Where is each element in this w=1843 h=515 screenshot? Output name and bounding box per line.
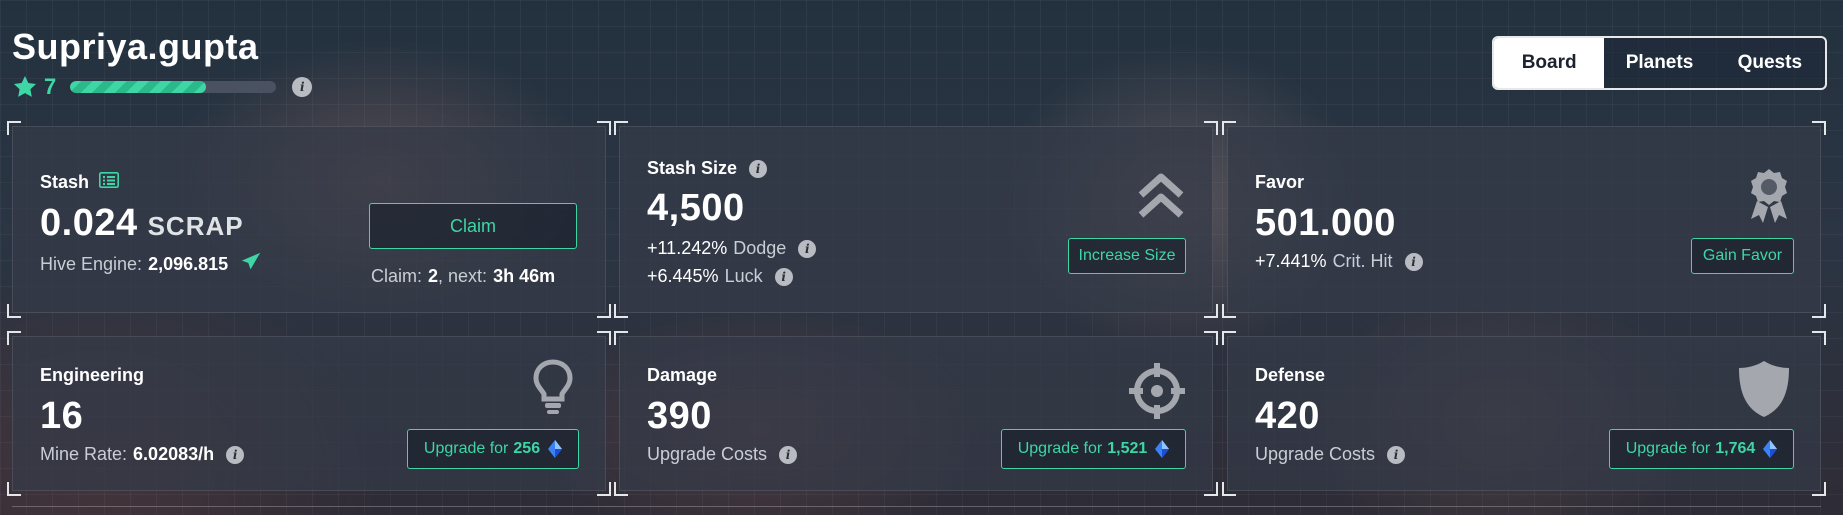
upgrade-defense-button[interactable]: Upgrade for 1,764 [1609,429,1794,469]
tab-quests[interactable]: Quests [1715,38,1825,88]
double-chevron-up-icon [1137,171,1185,224]
shield-icon [1736,359,1792,424]
upgrade-engineering-button[interactable]: Upgrade for 256 [407,429,579,469]
increase-size-button[interactable]: Increase Size [1068,238,1186,274]
stash-size-value: 4,500 [647,187,745,229]
upgrade-damage-button[interactable]: Upgrade for 1,521 [1001,429,1186,469]
xp-progress-fill [70,81,207,93]
list-icon[interactable] [99,172,120,193]
favor-title: Favor [1255,172,1305,192]
stash-value: 0.024 SCRAP [40,202,244,244]
paper-plane-icon[interactable] [240,251,262,278]
gem-icon [548,440,563,458]
info-icon[interactable]: i [779,445,798,464]
star-icon [12,74,38,100]
gain-favor-button[interactable]: Gain Favor [1691,238,1794,274]
level-row: 7 i [12,74,313,100]
mine-rate: Mine Rate: 6.02083/h i [40,444,245,465]
stash-unit: SCRAP [147,211,244,241]
gem-icon [1155,440,1170,458]
info-icon[interactable]: i [226,445,245,464]
engineering-title: Engineering [40,365,145,385]
damage-value: 390 [647,395,712,437]
next-row-card-edge [12,506,1821,515]
info-icon[interactable]: i [292,77,313,97]
favor-value: 501.000 [1255,202,1396,244]
view-tabs: Board Planets Quests [1492,36,1827,90]
defense-upgrade-costs: Upgrade Costs i [1255,444,1406,465]
info-icon[interactable]: i [749,159,768,178]
award-badge-icon [1749,167,1789,230]
user-name: Supriya.gupta [12,26,259,67]
claim-status: Claim: 2, next: 3h 46m [371,266,556,286]
claim-button[interactable]: Claim [369,203,577,249]
engineering-value: 16 [40,395,84,437]
hive-engine-balance: Hive Engine: 2,096.815 [40,251,262,278]
tab-board[interactable]: Board [1494,38,1605,88]
info-icon[interactable]: i [1404,252,1423,271]
stash-size-card: Stash Size i 4,500 +11.242% Dodge i +6.4… [614,121,1218,318]
favor-card: Favor 501.000 +7.441% Crit. Hit i Gain F… [1222,121,1826,318]
crosshair-icon [1127,361,1187,426]
defense-title: Defense [1255,365,1326,385]
level-number: 7 [44,74,57,99]
crit-hit-bonus: +7.441% Crit. Hit i [1255,251,1423,272]
engineering-card: Engineering 16 Mine Rate: 6.02083/h i Up… [7,331,611,496]
defense-card: Defense 420 Upgrade Costs i Upgrade for 1… [1222,331,1826,496]
stash-title: Stash [40,172,120,193]
damage-card: Damage 390 Upgrade Costs i Upgrade for 1,… [614,331,1218,496]
gem-icon [1763,440,1778,458]
xp-progress-bar [70,81,277,93]
stash-card: Stash 0.024 SCRAP Hive Engine: 2,096.815 … [7,121,611,318]
dodge-bonus: +11.242% Dodge i [647,238,817,259]
defense-value: 420 [1255,395,1320,437]
stash-size-title: Stash Size i [647,158,768,179]
tab-planets[interactable]: Planets [1604,38,1714,88]
info-icon[interactable]: i [1387,445,1406,464]
luck-bonus: +6.445% Luck i [647,266,793,287]
lightbulb-icon [533,359,573,420]
info-icon[interactable]: i [798,239,817,258]
info-icon[interactable]: i [774,267,793,286]
damage-title: Damage [647,365,718,385]
damage-upgrade-costs: Upgrade Costs i [647,444,798,465]
